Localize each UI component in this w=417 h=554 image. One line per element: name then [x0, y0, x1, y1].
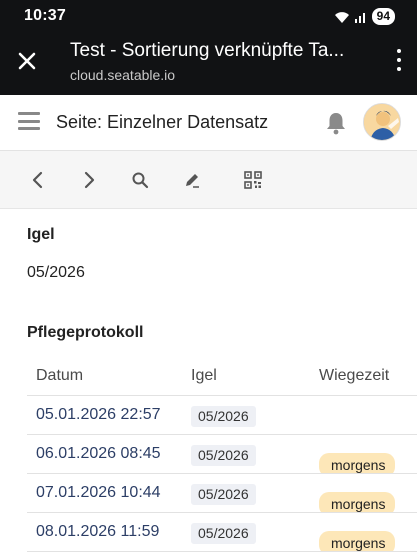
previous-record-button[interactable]: [26, 168, 50, 192]
app-header: Seite: Einzelner Datensatz: [0, 95, 417, 151]
qr-code-icon: [244, 171, 262, 189]
table-header: Datum Igel Wiegezeit: [27, 354, 417, 396]
close-icon: [18, 52, 36, 70]
page-title: Seite: Einzelner Datensatz: [56, 112, 269, 132]
more-options-button[interactable]: [395, 49, 403, 71]
wifi-icon: [334, 11, 349, 23]
edit-icon: [186, 174, 199, 188]
column-header-igel[interactable]: Igel: [191, 367, 217, 385]
qr-code-button[interactable]: [241, 168, 265, 192]
chevron-right-icon: [84, 171, 95, 189]
avatar-image: [364, 104, 400, 140]
cell-datum: 07.01.2026 10:44: [36, 484, 161, 501]
cell-wiegezeit-tag: morgens: [319, 531, 396, 551]
cell-igel-tag: 05/2026: [191, 523, 256, 544]
cell-datum: 05.01.2026 22:57: [36, 406, 161, 423]
field-value-igel: 05/2026: [27, 264, 85, 281]
close-tab-button[interactable]: [14, 48, 40, 74]
cell-datum: 08.01.2026 11:59: [36, 523, 160, 540]
search-button[interactable]: [128, 168, 152, 192]
signal-icon: [354, 12, 365, 23]
cell-datum: 06.01.2026 08:45: [36, 445, 161, 462]
menu-icon[interactable]: [18, 112, 40, 130]
column-header-wiegezeit[interactable]: Wiegezeit: [319, 367, 389, 385]
search-icon: [132, 172, 149, 189]
tab-url: cloud.seatable.io: [70, 67, 176, 83]
column-header-datum[interactable]: Datum: [36, 367, 83, 385]
table-row[interactable]: 06.01.2026 08:45 05/2026 morgens: [27, 435, 417, 474]
cell-igel-tag: 05/2026: [191, 445, 256, 466]
status-icons: 94: [334, 8, 395, 25]
bell-icon[interactable]: [325, 111, 347, 135]
edit-button[interactable]: [180, 168, 204, 192]
browser-top-bar: 10:37 94 Test - Sortierung verknüpfte Ta…: [0, 0, 417, 95]
cell-igel-tag: 05/2026: [191, 406, 256, 427]
table-row[interactable]: 05.01.2026 22:57 05/2026: [27, 396, 417, 435]
record-content: Igel 05/2026 Pflegeprotokoll Datum Igel …: [0, 209, 417, 554]
avatar[interactable]: [363, 103, 401, 141]
cell-igel-tag: 05/2026: [191, 484, 256, 505]
next-record-button[interactable]: [77, 168, 101, 192]
status-time: 10:37: [24, 7, 66, 24]
record-toolbar: [0, 151, 417, 209]
cell-wiegezeit-tag: morgens: [319, 453, 396, 473]
field-label-igel: Igel: [27, 226, 55, 243]
battery-level: 94: [371, 8, 395, 25]
tab-title: Test - Sortierung verknüpfte Ta...: [70, 40, 345, 61]
table-label: Pflegeprotokoll: [27, 324, 144, 341]
chevron-left-icon: [32, 171, 43, 189]
table-row[interactable]: 08.01.2026 11:59 05/2026 morgens: [27, 513, 417, 552]
cell-wiegezeit-tag: morgens: [319, 492, 396, 512]
table-row[interactable]: 07.01.2026 10:44 05/2026 morgens: [27, 474, 417, 513]
